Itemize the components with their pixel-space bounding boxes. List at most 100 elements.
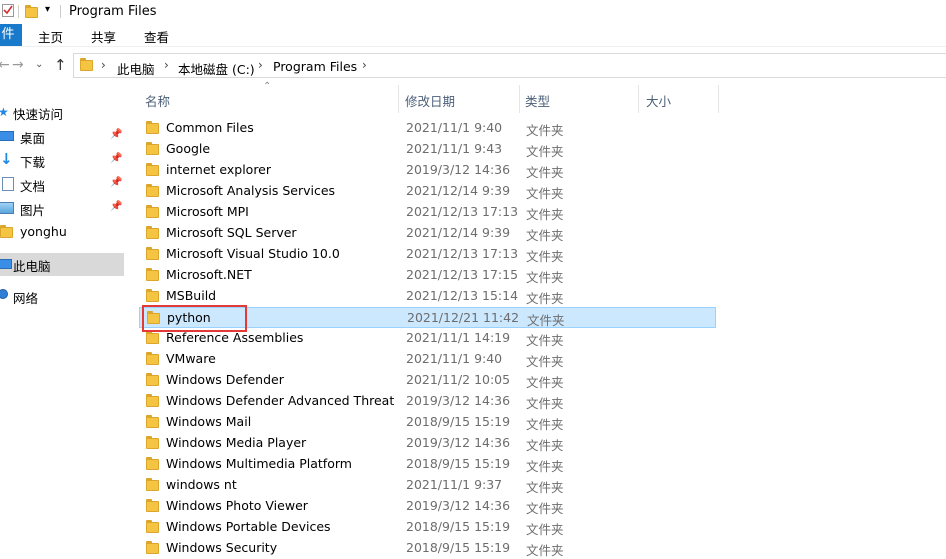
file-type: 文件夹 [526,522,564,537]
file-date-modified: 2021/11/1 9:43 [406,141,503,156]
folder-icon [146,478,159,491]
table-row[interactable]: internet explorer 2019/3/12 14:36 文件夹 [139,160,716,181]
table-row[interactable]: VMware 2021/11/1 9:40 文件夹 [139,349,716,370]
title-bar: ▾ Program Files [0,0,946,24]
column-divider[interactable] [398,85,399,113]
file-date-modified: 2019/3/12 14:36 [406,162,511,177]
table-row[interactable]: Google 2021/11/1 9:43 文件夹 [139,139,716,160]
folder-icon [146,436,159,449]
nav-item-desktop[interactable]: 桌面 📌 [0,125,124,148]
properties-icon[interactable] [2,4,14,17]
nav-item-label: 桌面 [20,131,46,146]
folder-icon [146,499,159,512]
tab-file[interactable]: 件 [0,24,22,46]
tab-share[interactable]: 共享 [91,27,116,46]
sort-ascending-icon: ⌃ [263,81,272,92]
pin-icon[interactable]: 📌 [110,129,122,140]
pin-icon[interactable]: 📌 [110,153,122,164]
pin-icon[interactable]: 📌 [110,177,122,188]
column-type[interactable]: 类型 [525,91,550,110]
nav-item-pictures[interactable]: 图片 📌 [0,197,124,220]
table-row[interactable]: Microsoft SQL Server 2021/12/14 9:39 文件夹 [139,223,716,244]
recent-locations-chevron-icon[interactable]: ⌄ [35,59,43,70]
breadcrumb-separator-icon[interactable]: › [164,58,169,72]
file-list: ⌃ 名称 修改日期 类型 大小 Common Files 2021/11/1 9:… [127,81,946,559]
folder-icon [146,268,159,281]
column-date-modified[interactable]: 修改日期 [405,91,455,110]
table-row[interactable]: Microsoft MPI 2021/12/13 17:13 文件夹 [139,202,716,223]
file-date-modified: 2019/3/12 14:36 [406,498,511,513]
breadcrumb-program-files[interactable]: Program Files [273,59,357,74]
breadcrumb-separator-icon[interactable]: › [362,58,367,72]
table-row[interactable]: Windows Defender Advanced Threat ... 2019… [139,391,716,412]
file-name: Windows Multimedia Platform [166,456,352,471]
up-arrow-icon[interactable]: ↑ [54,56,67,74]
table-row[interactable]: Microsoft.NET 2021/12/13 17:15 文件夹 [139,265,716,286]
nav-item-label: 下载 [20,155,46,170]
table-row[interactable]: MSBuild 2021/12/13 15:14 文件夹 [139,286,716,307]
address-bar[interactable]: › 此电脑 › 本地磁盘 (C:) › Program Files › [73,53,946,78]
file-type: 文件夹 [526,354,564,369]
folder-icon [146,184,159,197]
file-date-modified: 2019/3/12 14:36 [406,435,511,450]
nav-item-quick-access[interactable]: ★ 快速访问 [0,101,124,124]
table-row[interactable]: Microsoft Analysis Services 2021/12/14 9:… [139,181,716,202]
folder-icon [0,225,13,238]
nav-item-downloads[interactable]: ↓ 下载 📌 [0,149,124,172]
file-name: Windows Mail [166,414,252,429]
column-divider[interactable] [519,85,520,113]
nav-item-yonghu[interactable]: yonghu [0,221,124,244]
file-name: Windows Portable Devices [166,519,331,534]
nav-item-documents[interactable]: 文档 📌 [0,173,124,196]
file-type: 文件夹 [527,313,565,328]
file-type: 文件夹 [526,228,564,243]
table-row[interactable]: Windows Portable Devices 2018/9/15 15:19 文… [139,517,716,538]
table-row[interactable]: Common Files 2021/11/1 9:40 文件夹 [139,118,716,139]
folder-icon [146,205,159,218]
back-arrow-icon[interactable]: ← [0,57,10,73]
breadcrumb-local-disk[interactable]: 本地磁盘 (C:) [178,59,255,78]
table-row[interactable]: Windows Defender 2021/11/2 10:05 文件夹 [139,370,716,391]
file-type: 文件夹 [526,144,564,159]
breadcrumb-separator-icon[interactable]: › [258,58,263,72]
file-name: Microsoft SQL Server [166,225,297,240]
table-row[interactable]: Windows Security 2018/9/15 15:19 文件夹 [139,538,716,559]
column-name[interactable]: 名称 [145,91,170,110]
table-row[interactable]: Windows Multimedia Platform 2018/9/15 15:… [139,454,716,475]
nav-item-label: 此电脑 [13,259,51,274]
table-row[interactable]: Windows Media Player 2019/3/12 14:36 文件夹 [139,433,716,454]
forward-arrow-icon[interactable]: → [12,57,24,73]
tab-view[interactable]: 查看 [144,27,169,46]
file-date-modified: 2021/11/1 14:19 [406,330,511,345]
ribbon-tabs: 件 主页 共享 查看 [0,24,946,47]
nav-item-label: yonghu [20,224,67,239]
breadcrumb-separator-icon[interactable]: › [101,58,106,72]
column-divider[interactable] [718,85,719,113]
new-folder-icon[interactable] [25,5,39,18]
nav-item-network[interactable]: 网络 [0,285,124,308]
breadcrumb-this-pc[interactable]: 此电脑 [117,59,155,78]
table-row[interactable]: Windows Photo Viewer 2019/3/12 14:36 文件夹 [139,496,716,517]
customize-toolbar-dropdown-icon[interactable]: ▾ [45,4,50,15]
table-row[interactable]: Microsoft Visual Studio 10.0 2021/12/13 1… [139,244,716,265]
file-type: 文件夹 [526,417,564,432]
file-date-modified: 2021/11/1 9:40 [406,351,503,366]
file-type: 文件夹 [526,207,564,222]
table-row[interactable]: windows nt 2021/11/1 9:37 文件夹 [139,475,716,496]
file-type: 文件夹 [526,543,564,558]
table-row[interactable]: Windows Mail 2018/9/15 15:19 文件夹 [139,412,716,433]
column-divider[interactable] [638,85,639,113]
folder-icon [146,289,159,302]
folder-icon [146,415,159,428]
download-icon: ↓ [0,150,13,168]
file-date-modified: 2019/3/12 14:36 [406,393,511,408]
nav-item-this-pc[interactable]: 此电脑 [0,253,124,276]
file-date-modified: 2021/11/1 9:40 [406,120,503,135]
tab-home[interactable]: 主页 [38,27,63,46]
file-type: 文件夹 [526,249,564,264]
file-date-modified: 2021/11/2 10:05 [406,372,511,387]
file-name: Windows Photo Viewer [166,498,308,513]
folder-icon [146,226,159,239]
column-size[interactable]: 大小 [646,91,671,110]
pin-icon[interactable]: 📌 [110,201,122,212]
